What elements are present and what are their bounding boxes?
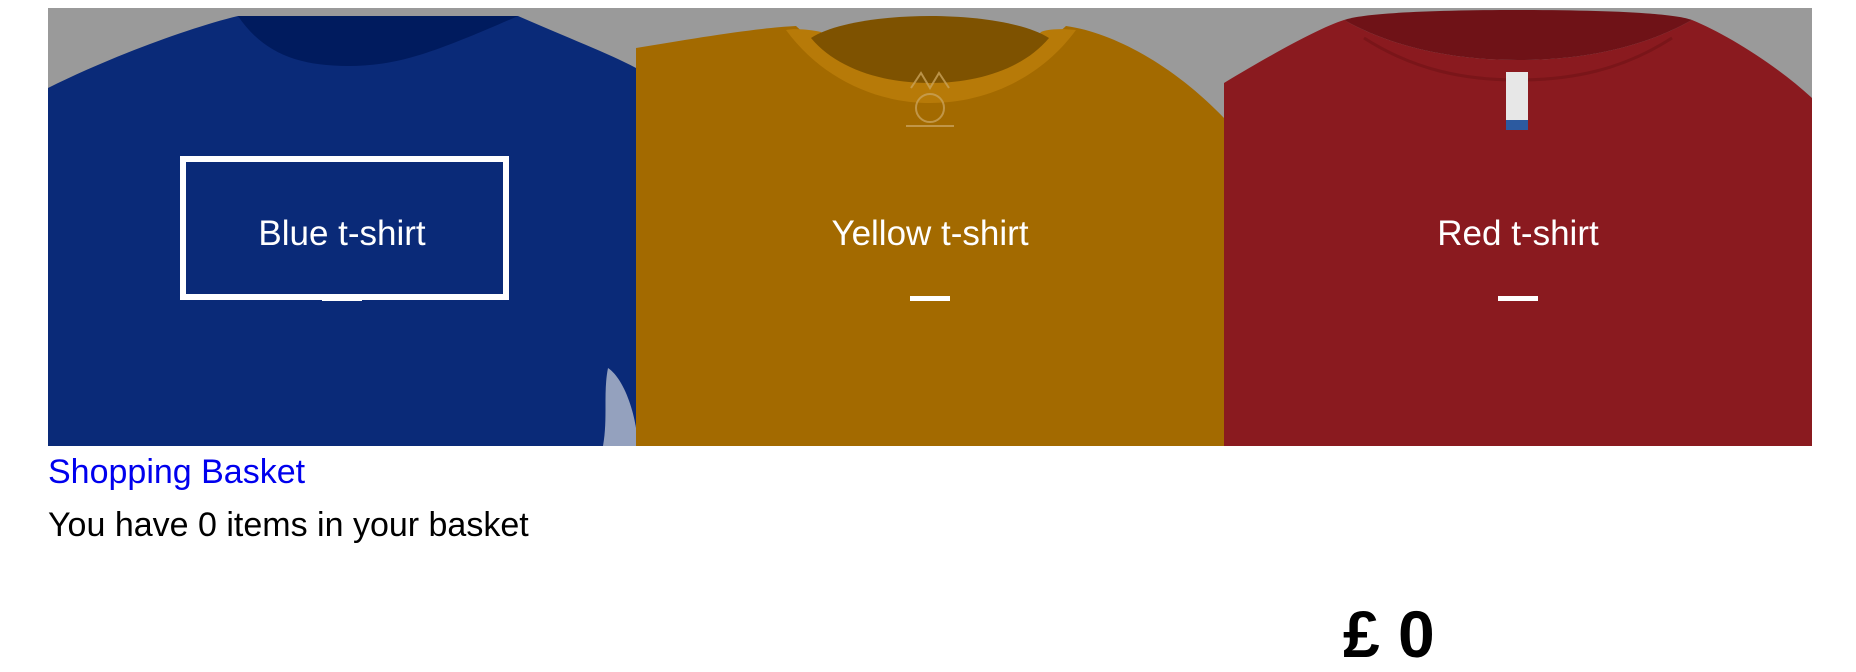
product-divider <box>1498 296 1538 301</box>
product-label: Red t-shirt <box>1437 214 1599 253</box>
shopping-basket-link[interactable]: Shopping Basket <box>48 452 305 492</box>
product-tile-red-tshirt[interactable]: Red t-shirt <box>1224 8 1812 446</box>
product-tile-blue-tshirt[interactable]: Blue t-shirt <box>48 8 636 446</box>
product-divider <box>322 296 362 301</box>
product-gallery: Blue t-shirt Yellow t-shirt Red t-shirt <box>48 8 1812 446</box>
basket-status-text: You have 0 items in your basket <box>48 506 529 544</box>
product-tile-yellow-tshirt[interactable]: Yellow t-shirt <box>636 8 1224 446</box>
product-label: Yellow t-shirt <box>831 214 1029 253</box>
product-label: Blue t-shirt <box>258 214 426 253</box>
basket-total: £ 0 <box>1343 597 1435 671</box>
product-divider <box>910 296 950 301</box>
